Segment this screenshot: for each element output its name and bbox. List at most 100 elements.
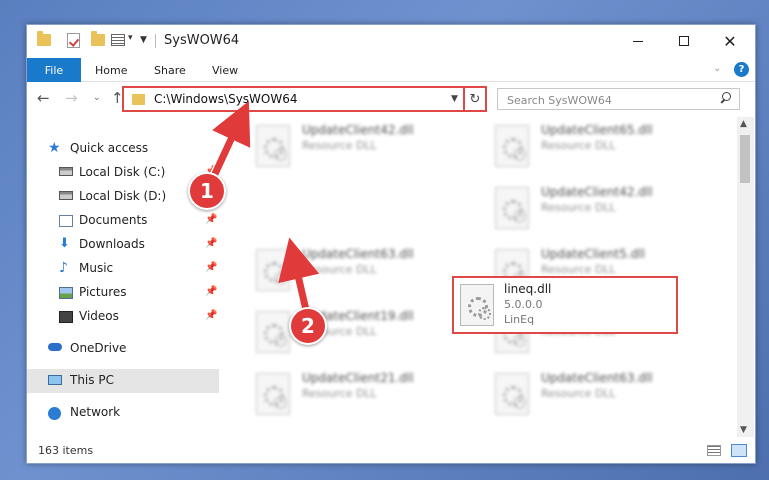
sidebar-item-music[interactable]: ♪ Music 📌 [27,257,219,281]
file-tile[interactable]: UpdateClient63.dll Resource DLL [246,241,476,297]
file-name: UpdateClient21.dll [302,371,414,385]
pin-icon[interactable]: 📌 [205,286,217,297]
file-type: Resource DLL [541,387,616,400]
search-box[interactable] [497,88,740,111]
recent-locations-button[interactable]: ⌄ [93,93,101,103]
forward-button[interactable]: → [65,90,78,106]
pin-icon[interactable]: 📌 [205,310,217,321]
file-type: Resource DLL [541,263,616,276]
back-button[interactable]: ← [37,90,50,106]
minimize-button[interactable] [615,25,661,57]
sidebar-item-pictures[interactable]: Pictures 📌 [27,281,219,305]
documents-icon [59,215,73,227]
dll-file-icon [495,187,529,229]
window-title: SysWOW64 [164,33,240,48]
cloud-icon [48,343,62,351]
close-button[interactable]: ✕ [707,25,753,57]
sidebar-item-label: Local Disk (D:) [79,189,167,203]
new-folder-icon[interactable] [91,31,105,46]
file-type: Resource DLL [541,201,616,214]
sidebar-item-label: Network [70,405,121,419]
refresh-button[interactable]: ↻ [463,86,487,112]
sidebar-item-network[interactable]: Network [27,401,219,425]
search-icon[interactable] [720,92,731,103]
dll-file-icon [495,373,529,415]
help-icon[interactable]: ? [734,62,749,77]
sidebar-item-label: Videos [79,309,119,323]
pin-icon[interactable]: 📌 [205,238,217,249]
sidebar-item-documents[interactable]: Documents 📌 [27,209,219,233]
file-tile[interactable]: UpdateClient63.dll Resource DLL [485,365,715,421]
status-bar: 163 items [27,439,755,463]
properties-check-icon[interactable] [67,33,80,48]
file-name: UpdateClient63.dll [541,371,653,385]
sidebar-item-this-pc[interactable]: This PC [27,369,219,393]
maximize-icon [679,36,689,46]
sidebar-item-quick-access[interactable]: ★ Quick access [27,137,219,161]
dll-file-icon [256,373,290,415]
tab-view[interactable]: View [212,58,238,82]
file-tile[interactable]: UpdateClient42.dll Resource DLL [246,117,476,173]
address-bar[interactable]: C:\Windows\SysWOW64 ▼ [122,86,487,112]
scroll-down-icon[interactable]: ▼ [740,425,747,435]
file-tile[interactable]: UpdateClient65.dll Resource DLL [485,117,715,173]
step-badge-1: 1 [188,172,226,210]
computer-icon [48,375,62,385]
divider [155,34,156,48]
sidebar-item-label: Local Disk (C:) [79,165,166,179]
scroll-thumb[interactable] [740,135,750,183]
minimize-icon [633,40,643,42]
step-badge-2: 2 [289,307,327,345]
address-path[interactable]: C:\Windows\SysWOW64 [154,92,298,106]
sidebar-item-label: Quick access [70,141,149,155]
maximize-button[interactable] [661,25,707,57]
file-version: 5.0.0.0 [504,298,543,311]
caret-icon[interactable]: ▾ [128,33,133,43]
folder-icon [132,94,145,105]
sidebar-item-downloads[interactable]: ⬇ Downloads 📌 [27,233,219,257]
tab-home[interactable]: Home [95,58,127,82]
file-type: Resource DLL [302,139,377,152]
sidebar-item-videos[interactable]: Videos 📌 [27,305,219,329]
explorer-window: ▾ ▼ SysWOW64 ✕ File Home Share View ⌄ ? … [26,24,756,464]
close-icon: ✕ [723,31,737,51]
dll-file-icon [256,311,290,353]
sidebar-item-label: Pictures [79,285,127,299]
file-tile[interactable]: UpdateClient42.dll Resource DLL [485,179,715,235]
sidebar-item-label: This PC [70,373,114,387]
dll-file-icon [495,125,529,167]
sidebar-item-onedrive[interactable]: OneDrive [27,337,219,361]
videos-icon [59,311,73,323]
navigation-bar: ← → ⌄ ↑ C:\Windows\SysWOW64 ▼ ↻ [27,82,755,116]
music-icon: ♪ [59,260,68,276]
vertical-scrollbar[interactable]: ▲ ▼ [737,117,754,437]
file-name: UpdateClient5.dll [541,247,645,261]
address-dropdown-icon[interactable]: ▼ [451,94,458,104]
navigation-pane: ★ Quick access Local Disk (C:) 📌 Local Disk … [27,117,219,437]
file-tile[interactable]: UpdateClient19.dll Resource DLL [246,303,476,359]
sidebar-item-label: OneDrive [70,341,127,355]
file-name: UpdateClient65.dll [541,123,653,137]
file-tile[interactable]: UpdateClient21.dll Resource DLL [246,365,476,421]
tab-share[interactable]: Share [154,58,186,82]
expand-ribbon-icon[interactable]: ⌄ [713,63,721,74]
quick-access-dropdown-icon[interactable]: ▼ [140,35,147,45]
drive-icon [59,167,73,176]
large-icons-view-icon[interactable] [731,444,747,457]
file-type: Resource DLL [541,139,616,152]
dll-file-icon [256,249,290,291]
search-input[interactable] [498,90,708,111]
scroll-up-icon[interactable]: ▲ [740,119,747,129]
pin-icon[interactable]: 📌 [205,262,217,273]
file-type: Resource DLL [302,263,377,276]
folder-icon[interactable] [37,31,51,46]
sidebar-item-label: Downloads [79,237,145,251]
properties-icon[interactable] [111,34,125,46]
file-type: Resource DLL [302,387,377,400]
details-view-icon[interactable] [707,445,721,456]
pin-icon[interactable]: 📌 [205,214,217,225]
highlighted-file[interactable]: lineq.dll 5.0.0.0 LinEq [452,276,678,334]
file-description: LinEq [504,313,535,326]
file-name: UpdateClient42.dll [302,123,414,137]
tab-file[interactable]: File [27,58,81,82]
